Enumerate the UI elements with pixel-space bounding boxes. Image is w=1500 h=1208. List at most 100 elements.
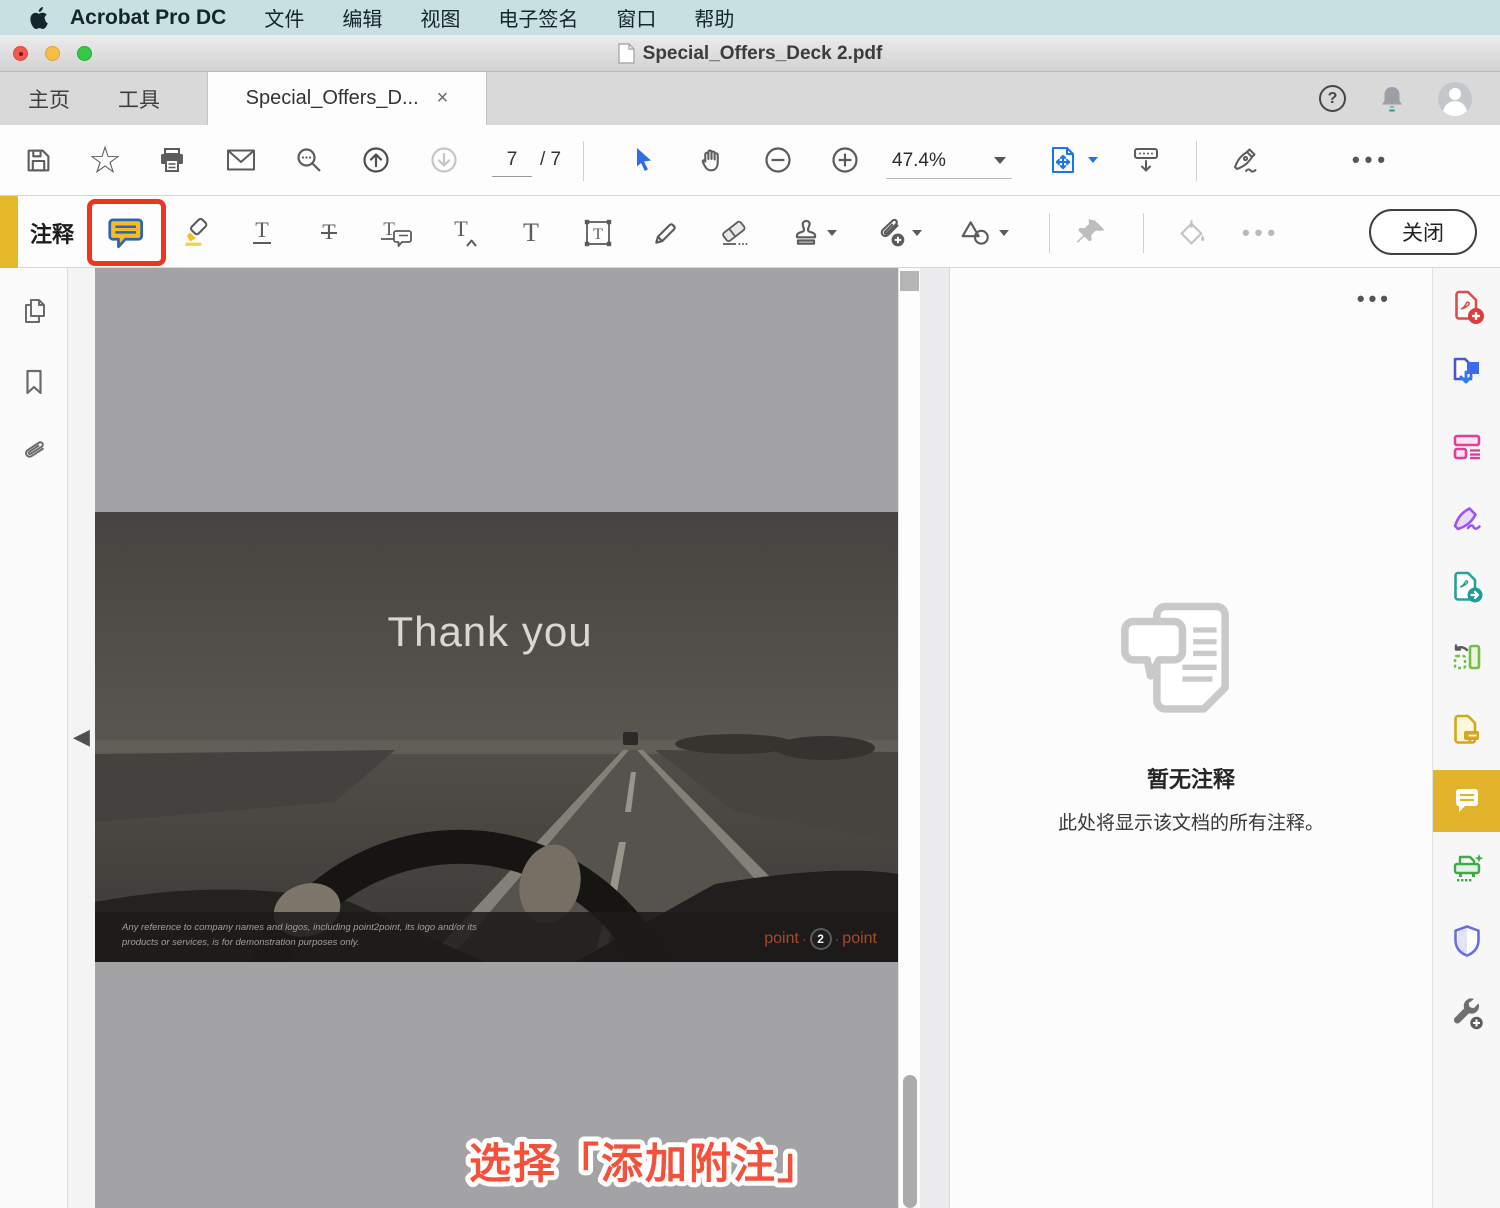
stamp-icon[interactable] (782, 209, 830, 257)
acrobat-window: Acrobat Pro DC 文件 编辑 视图 电子签名 窗口 帮助 Speci… (0, 0, 1500, 1208)
tab-home[interactable]: 主页 (28, 72, 70, 125)
comment-accent-bar (0, 196, 18, 268)
drawing-shapes-icon[interactable] (952, 209, 1000, 257)
window-title: Special_Offers_Deck 2.pdf (642, 42, 883, 64)
protect-pdf-icon[interactable] (1449, 923, 1485, 959)
window-title-bar: Special_Offers_Deck 2.pdf (0, 35, 1500, 72)
document-icon (617, 43, 635, 64)
no-comments-illustration (1121, 602, 1229, 713)
fit-page-icon[interactable] (1039, 136, 1087, 184)
export-pdf-icon[interactable] (1449, 354, 1485, 390)
attachments-icon[interactable] (20, 438, 48, 466)
zoom-out-icon[interactable] (754, 136, 802, 184)
comments-empty-state: 暂无注释 此处将显示该文档的所有注释。 (950, 598, 1432, 835)
tab-bar: 主页 工具 Special_Offers_D... × ? (0, 72, 1500, 125)
tab-document-label: Special_Offers_D... (245, 87, 419, 109)
page-thumbnails-icon[interactable] (19, 296, 49, 326)
vertical-scrollbar[interactable] (898, 268, 920, 1208)
comment-tool-icon[interactable] (1449, 783, 1485, 819)
select-tool-icon[interactable] (620, 136, 668, 184)
account-avatar[interactable] (1438, 81, 1472, 116)
save-icon[interactable] (14, 136, 62, 184)
menu-app-name[interactable]: Acrobat Pro DC (70, 6, 226, 30)
zoom-level-dropdown[interactable]: 47.4% (886, 143, 1012, 179)
scrollbar-thumb[interactable] (903, 1075, 917, 1208)
menu-item-file[interactable]: 文件 (264, 3, 304, 32)
zoom-in-icon[interactable] (821, 136, 869, 184)
comments-panel: ••• 暂无注释 此处将显示该文档的所有注释。 (950, 268, 1432, 1208)
next-page-icon[interactable] (420, 136, 468, 184)
slide-title: Thank you (387, 608, 593, 655)
tab-tools[interactable]: 工具 (118, 72, 160, 125)
attach-file-icon[interactable] (867, 209, 915, 257)
favorite-star-icon[interactable]: ☆ (81, 136, 129, 184)
toolbar-divider (1196, 141, 1197, 181)
tab-document[interactable]: Special_Offers_D... × (208, 72, 486, 125)
page-total-label: / 7 (540, 149, 562, 170)
create-pdf-icon[interactable] (1449, 289, 1485, 325)
strikethrough-text-icon[interactable]: T (305, 209, 353, 257)
macos-menu-bar: Acrobat Pro DC 文件 编辑 视图 电子签名 窗口 帮助 (0, 0, 1500, 35)
add-text-comment-icon[interactable]: T (507, 209, 555, 257)
svg-text:T: T (523, 218, 539, 247)
scrollbar-nub[interactable] (900, 271, 919, 291)
fill-color-icon[interactable] (1168, 209, 1216, 257)
more-tools-icon[interactable]: ••• (1347, 136, 1395, 184)
chevron-down-icon[interactable] (996, 209, 1012, 257)
insert-text-icon[interactable]: T (440, 209, 488, 257)
more-tools-wrench-icon[interactable] (1449, 995, 1485, 1031)
tutorial-caption: 选择「添加附注」 (405, 1126, 885, 1202)
chevron-down-icon[interactable] (824, 209, 840, 257)
more-comment-tools-icon[interactable]: ••• (1237, 209, 1285, 257)
edit-pdf-icon[interactable] (1449, 428, 1485, 464)
notifications-bell-icon[interactable] (1378, 84, 1406, 114)
chevron-down-icon[interactable] (1083, 136, 1103, 184)
print-icon[interactable] (148, 136, 196, 184)
zoom-level-value: 47.4% (892, 149, 946, 171)
comments-options-icon[interactable]: ••• (1357, 286, 1392, 312)
tools-rail (1432, 268, 1500, 1208)
sign-pen-icon[interactable] (1222, 136, 1270, 184)
comment-toolbar-label: 注释 (30, 222, 75, 247)
highlight-text-icon[interactable] (172, 209, 220, 257)
eraser-icon[interactable] (711, 209, 759, 257)
previous-page-chevron[interactable]: ◀ (73, 724, 90, 750)
collapse-toolbar-icon[interactable] (1122, 136, 1170, 184)
menu-item-help[interactable]: 帮助 (694, 3, 734, 32)
email-icon[interactable] (217, 136, 265, 184)
content-area: Thank you Any reference to company names… (0, 268, 1500, 1208)
chevron-down-icon[interactable] (909, 209, 925, 257)
comments-empty-description: 此处将显示该文档的所有注释。 (1057, 813, 1324, 834)
underline-text-icon[interactable]: T (238, 209, 286, 257)
panel-splitter[interactable] (920, 268, 950, 1208)
menu-item-esign[interactable]: 电子签名 (498, 3, 578, 32)
tab-close-icon[interactable]: × (437, 87, 449, 110)
chevron-down-icon (994, 157, 1006, 164)
document-canvas: Thank you Any reference to company names… (95, 268, 898, 1208)
point2point-logo: point · 2 · point (764, 928, 877, 950)
organize-pages-icon[interactable] (1449, 639, 1485, 675)
svg-text:T: T (593, 226, 603, 243)
menu-item-window[interactable]: 窗口 (616, 3, 656, 32)
page-number-input[interactable]: 7 (492, 145, 532, 177)
close-comment-toolbar-button[interactable]: 关闭 (1369, 209, 1477, 255)
fill-and-sign-icon[interactable] (1449, 499, 1485, 535)
caption-text: 选择「添加附注」 (469, 1140, 821, 1187)
menu-item-edit[interactable]: 编辑 (342, 3, 382, 32)
previous-page-icon[interactable] (352, 136, 400, 184)
apple-logo-icon[interactable] (30, 6, 50, 30)
bookmarks-icon[interactable] (21, 368, 47, 396)
help-icon[interactable]: ? (1319, 85, 1346, 112)
replace-text-icon[interactable]: T (372, 209, 420, 257)
search-icon[interactable] (285, 136, 333, 184)
pin-keep-tool-icon[interactable] (1068, 209, 1116, 257)
comment-toolbar: 注释 T T T T T T ••• 关闭 (0, 196, 1500, 268)
hand-tool-icon[interactable] (687, 136, 735, 184)
request-comments-doc-icon[interactable] (1449, 712, 1485, 748)
menu-item-view[interactable]: 视图 (420, 3, 460, 32)
text-box-icon[interactable]: T (574, 209, 622, 257)
svg-text:T: T (255, 218, 269, 242)
export-share-pdf-icon[interactable] (1449, 569, 1485, 605)
scan-ocr-icon[interactable] (1449, 851, 1485, 887)
draw-pencil-icon[interactable] (642, 209, 690, 257)
